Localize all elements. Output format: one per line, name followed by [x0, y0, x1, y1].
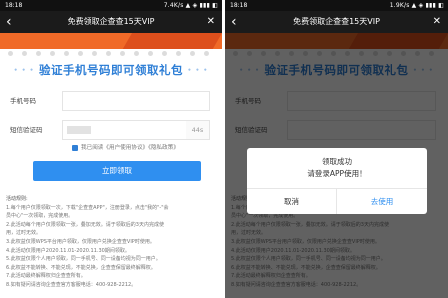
page-title: 免费领取企查查15天VIP	[293, 17, 380, 26]
agreement-prefix: 我已阅读	[81, 145, 104, 151]
page-title: 免费领取企查查15天VIP	[67, 17, 155, 26]
divider-dot	[120, 51, 125, 56]
rules-line: 2.此活动每个用户仅限领取一张，叠加无效。请于领取后的3天内完成使	[6, 221, 164, 228]
status-bar: 18:18 7.4K/s ▲ ◈ ▮▮▮ ◧	[0, 0, 222, 11]
divider-dot	[22, 51, 27, 56]
close-icon[interactable]: ✕	[207, 11, 215, 33]
dots-divider	[0, 49, 222, 58]
divider-dot	[8, 51, 13, 56]
divider-dot	[50, 51, 55, 56]
divider-dot	[162, 51, 167, 56]
banner-stripe	[122, 33, 222, 49]
status-network: 7.4K/s ▲ ◈ ▮▮▮ ◧	[163, 2, 218, 9]
rules-title: 活动规则:	[6, 196, 28, 202]
rules-line: 3.此权益仅限WPS平台用户领取，仅限用户兑换企查查VIP时使用。	[6, 238, 155, 245]
dialog-buttons: 取消 去使用	[247, 188, 427, 214]
divider-dot	[176, 51, 181, 56]
divider-dot	[78, 51, 83, 56]
title-bar: ‹ 免费领取企查查15天VIP ✕	[225, 11, 448, 33]
claim-button[interactable]: 立即领取	[33, 161, 201, 181]
divider-dot	[134, 51, 139, 56]
divider-dot	[36, 51, 41, 56]
form-heading-text: 验证手机号码即可领取礼包	[39, 63, 183, 77]
code-row: 短信验证码 44s	[10, 120, 210, 140]
rules-line: 8.如有疑问请咨询企查查官方客服电话：400-928-2212。	[6, 281, 137, 288]
promo-banner	[0, 33, 222, 49]
rules-line: 5.此权益仅限个人用户领取，同一手机号、同一设备均视为同一用户。	[6, 256, 161, 263]
go-use-button[interactable]: 去使用	[337, 189, 427, 214]
heading-deco-right: • • •	[187, 67, 209, 74]
agreement-row: 我已阅读《用户使用协议》《隐私政策》	[72, 143, 179, 151]
rules-line: 4.此活动仅限用户2020.11.01-2020.11.30期间领取。	[6, 247, 130, 254]
dialog-message-body: 请登录APP使用！	[307, 169, 367, 178]
status-network: 1.9K/s ▲ ◈ ▮▮▮ ◧	[389, 2, 444, 9]
rules-line: 1.每个用户仅限领取一次，下载"企查查APP"，注册登录，点击"我的"-"会	[6, 204, 169, 211]
right-screen: 18:18 1.9K/s ▲ ◈ ▮▮▮ ◧ ‹ 免费领取企查查15天VIP ✕…	[225, 0, 448, 298]
left-screen: 18:18 7.4K/s ▲ ◈ ▮▮▮ ◧ ‹ 免费领取企查查15天VIP ✕…	[0, 0, 222, 298]
send-code-button[interactable]: 44s	[186, 120, 210, 140]
close-icon[interactable]: ✕	[433, 11, 441, 33]
rules-line: 员中心"一次领取，完成使用。	[6, 213, 74, 220]
divider-dot	[190, 51, 195, 56]
code-redacted	[67, 126, 91, 134]
title-bar: ‹ 免费领取企查查15天VIP ✕	[0, 11, 222, 33]
code-input[interactable]	[62, 120, 188, 140]
user-agreement-link[interactable]: 《用户使用协议》	[103, 145, 148, 151]
cancel-button[interactable]: 取消	[247, 189, 337, 214]
form-heading: • • • 验证手机号码即可领取礼包 • • •	[4, 62, 218, 78]
privacy-policy-link[interactable]: 《隐私政策》	[148, 145, 179, 151]
divider-dot	[64, 51, 69, 56]
success-dialog: 领取成功 请登录APP使用！ 取消 去使用	[247, 148, 427, 214]
divider-dot	[92, 51, 97, 56]
dialog-message-title: 领取成功	[322, 157, 352, 166]
status-time: 18:18	[230, 2, 248, 9]
phone-row: 手机号码	[10, 91, 210, 111]
divider-dot	[148, 51, 153, 56]
activity-rules: 活动规则: 1.每个用户仅限领取一次，下载"企查查APP"，注册登录，点击"我的…	[6, 195, 218, 290]
divider-dot	[204, 51, 209, 56]
agree-checkbox[interactable]	[72, 144, 78, 151]
rules-line: 6.此权益不能转换、不能兑现，不能兑换，企查查保留最终解释权。	[6, 264, 156, 271]
status-bar: 18:18 1.9K/s ▲ ◈ ▮▮▮ ◧	[225, 0, 448, 11]
rules-line: 用，过时无效。	[6, 230, 42, 237]
code-label: 短信验证码	[10, 126, 43, 134]
phone-label: 手机号码	[10, 97, 36, 105]
heading-deco-left: • • •	[13, 67, 35, 74]
phone-input[interactable]	[62, 91, 210, 111]
rules-line: 7.此活动最终解释权归企查查所有。	[6, 273, 86, 280]
divider-dot	[106, 51, 111, 56]
status-time: 18:18	[5, 2, 23, 9]
